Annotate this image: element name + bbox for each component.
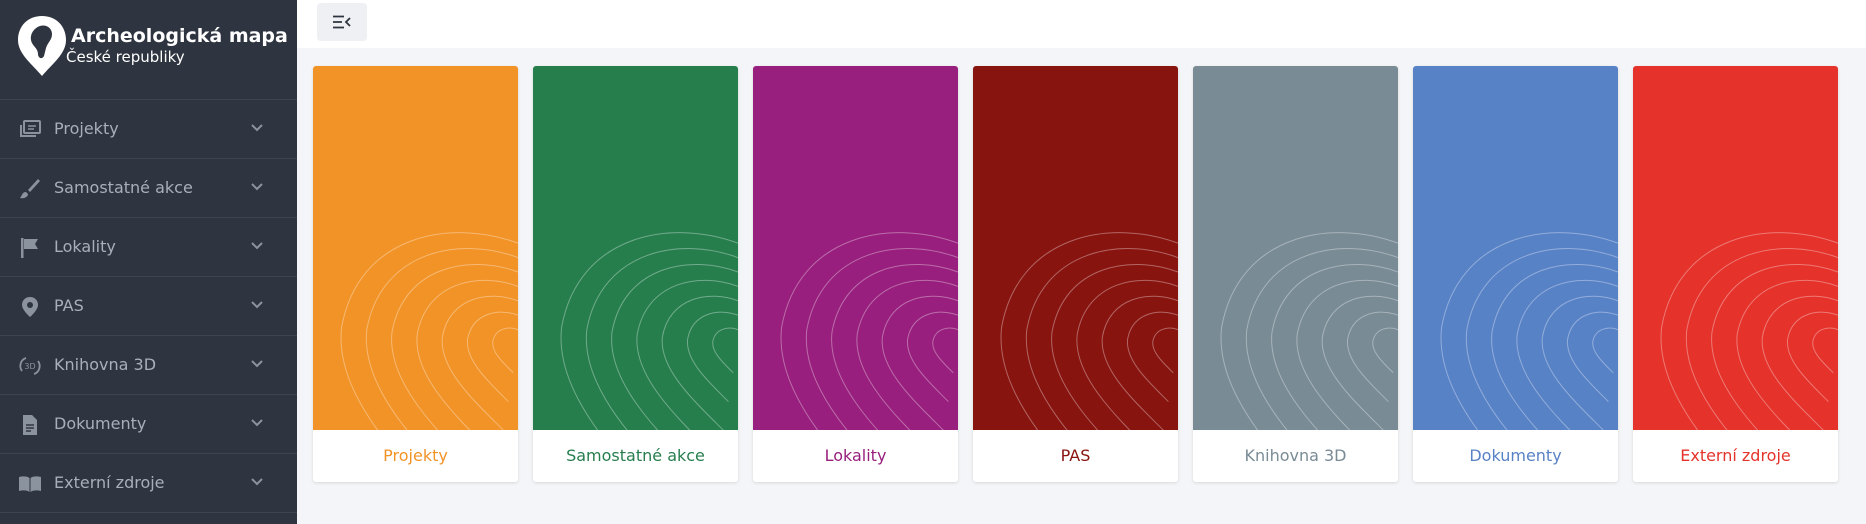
svg-text:3D: 3D [24,362,35,371]
chevron-down-icon [251,183,263,191]
sidebar-item-label: Lokality [54,237,116,256]
card-label: Samostatné akce [566,446,705,465]
card-label: PAS [1060,446,1091,465]
card-header-pattern [1633,66,1838,430]
brand[interactable]: Archeologická mapa České republiky [0,0,297,100]
app-subtitle: České republiky [66,48,185,66]
card-label: Projekty [383,446,448,465]
sidebar-item-knihovna-3d[interactable]: 3D Knihovna 3D [0,336,297,395]
contour-lines-decoration [1000,232,1178,430]
sidebar-item-label: PAS [54,296,84,315]
sidebar: Archeologická mapa České republiky Proje… [0,0,297,524]
contour-lines-decoration [780,232,958,430]
card-label: Dokumenty [1469,446,1562,465]
flag-icon [21,238,38,258]
module-card[interactable]: Projekty [313,66,518,482]
chevron-down-icon [251,419,263,427]
contour-lines-decoration [340,232,518,430]
amcr-logo-icon [18,16,66,76]
document-icon [23,415,37,435]
book-icon [19,476,41,492]
brush-icon [20,179,40,199]
sidebar-item-label: Samostatné akce [54,178,193,197]
app-title: Archeologická mapa [71,25,288,47]
sidebar-toggle-icon [333,15,351,29]
projects-icon [20,120,41,137]
map-pin-icon [22,297,38,317]
contour-lines-decoration [1660,232,1838,430]
sidebar-item-samostatne-akce[interactable]: Samostatné akce [0,159,297,218]
sidebar-item-pas[interactable]: PAS [0,277,297,336]
sidebar-item-projekty[interactable]: Projekty [0,100,297,159]
sidebar-item-dokumenty[interactable]: Dokumenty [0,395,297,454]
contour-lines-decoration [1440,232,1618,430]
card-header-pattern [1193,66,1398,430]
card-header-pattern [973,66,1178,430]
rotate-3d-icon: 3D [19,357,41,375]
chevron-down-icon [251,360,263,368]
module-card[interactable]: Dokumenty [1413,66,1618,482]
module-card[interactable]: PAS [973,66,1178,482]
sidebar-item-label: Knihovna 3D [54,355,157,374]
sidebar-item-label: Projekty [54,119,119,138]
module-card[interactable]: Samostatné akce [533,66,738,482]
chevron-down-icon [251,242,263,250]
contour-lines-decoration [560,232,738,430]
module-card[interactable]: Knihovna 3D [1193,66,1398,482]
card-header-pattern [753,66,958,430]
sidebar-item-label: Dokumenty [54,414,147,433]
card-header-pattern [533,66,738,430]
card-header-pattern [313,66,518,430]
card-label: Externí zdroje [1680,446,1791,465]
module-card[interactable]: Lokality [753,66,958,482]
sidebar-toggle-button[interactable] [317,3,367,41]
sidebar-item-label: Externí zdroje [54,473,165,492]
card-label: Lokality [824,446,887,465]
chevron-down-icon [251,478,263,486]
contour-lines-decoration [1220,232,1398,430]
chevron-down-icon [251,124,263,132]
chevron-down-icon [251,301,263,309]
module-card[interactable]: Externí zdroje [1633,66,1838,482]
card-header-pattern [1413,66,1618,430]
top-bar [297,0,1866,48]
sidebar-item-externi-zdroje[interactable]: Externí zdroje [0,454,297,513]
sidebar-item-lokality[interactable]: Lokality [0,218,297,277]
card-label: Knihovna 3D [1244,446,1347,465]
